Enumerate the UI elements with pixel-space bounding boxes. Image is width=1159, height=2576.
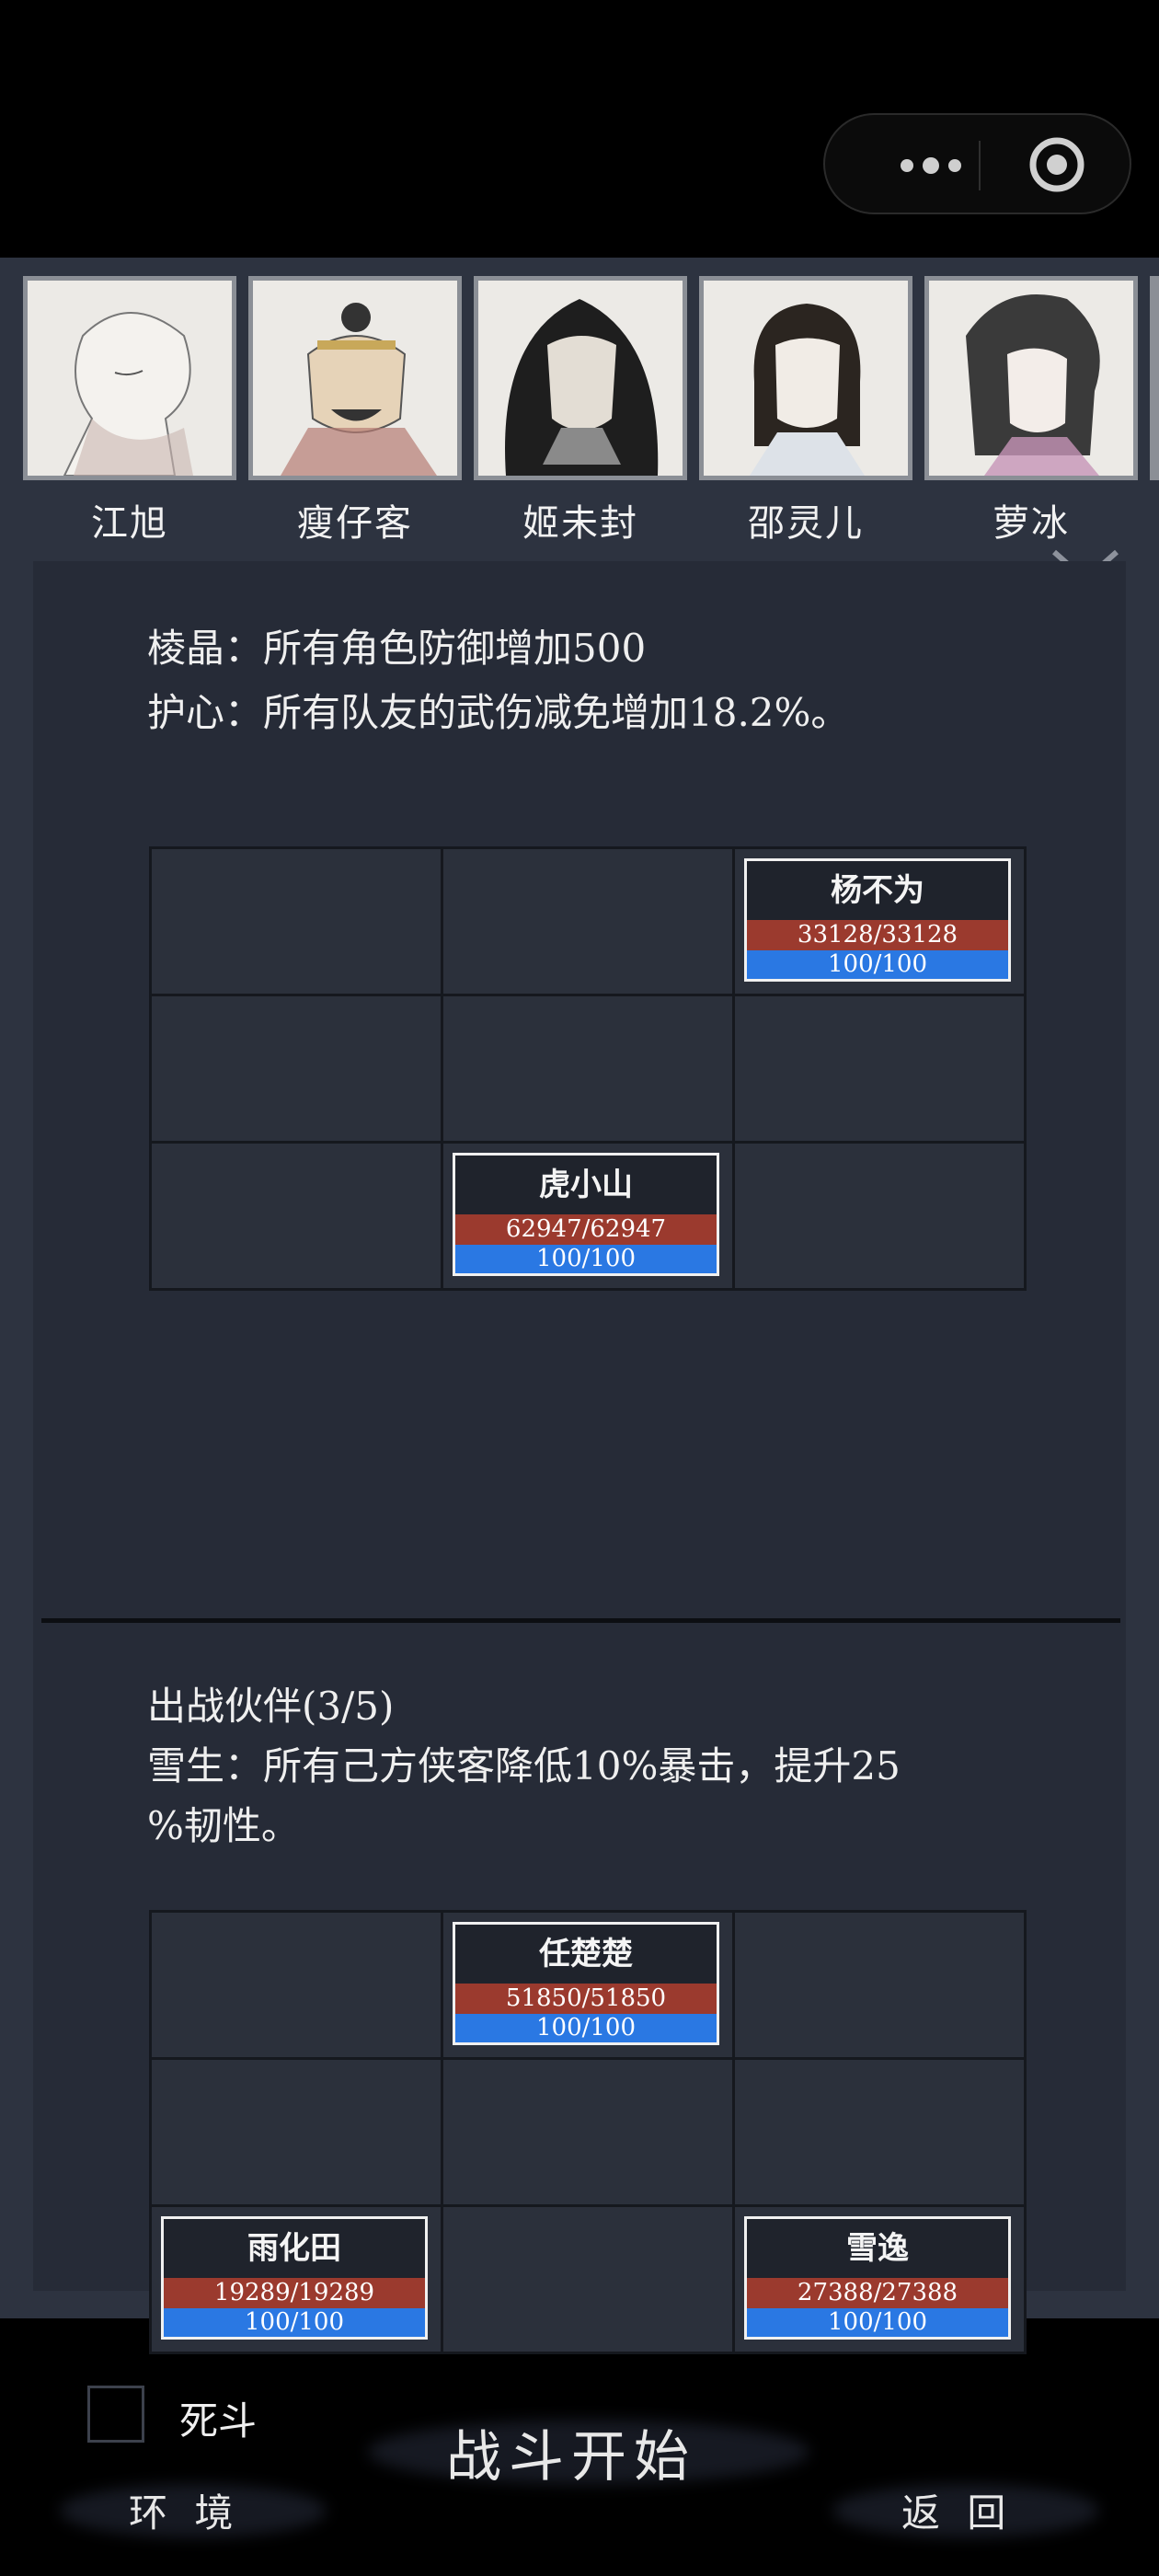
capsule-divider (979, 141, 981, 190)
grid-cell[interactable]: 杨不为 33128/33128 100/100 (735, 849, 1024, 994)
miniprogram-capsule (823, 113, 1131, 214)
ally-buff: %韧性。 (147, 1803, 300, 1848)
back-button[interactable]: 返 回 (901, 2482, 1013, 2538)
ally-header: 出战伙伴(3/5) (147, 1684, 395, 1729)
grid-cell[interactable] (735, 996, 1024, 1141)
hero-card-partial[interactable] (1150, 276, 1159, 480)
unit-mp-bar: 100/100 (455, 1245, 717, 1273)
hero-name: 江旭 (91, 502, 168, 545)
hero-portrait (924, 276, 1138, 480)
hero-portrait (248, 276, 462, 480)
grid-cell[interactable]: 虎小山 62947/62947 100/100 (443, 1144, 732, 1288)
hero-name: 姬未封 (522, 502, 638, 545)
enemy-unit[interactable]: 杨不为 33128/33128 100/100 (744, 858, 1011, 982)
hero-portrait (23, 276, 236, 480)
unit-hp-bar: 19289/19289 (164, 2278, 425, 2308)
unit-name: 任楚楚 (539, 1936, 633, 1972)
hero-name: 萝冰 (993, 502, 1070, 545)
more-dots-icon[interactable] (871, 143, 991, 189)
unit-name: 雨化田 (247, 2230, 341, 2267)
unit-hp-bar: 51850/51850 (455, 1984, 717, 2014)
grid-cell[interactable] (152, 1913, 441, 2057)
grid-cell[interactable] (152, 849, 441, 994)
unit-name: 虎小山 (539, 1167, 633, 1203)
unit-mp-bar: 100/100 (455, 2014, 717, 2042)
ally-unit[interactable]: 雨化田 19289/19289 100/100 (161, 2216, 428, 2340)
hero-portrait (699, 276, 912, 480)
grid-cell[interactable] (735, 1913, 1024, 2057)
unit-mp-bar: 100/100 (747, 950, 1008, 979)
hero-card[interactable]: 姬未封 (474, 276, 687, 546)
ally-unit[interactable]: 雪逸 27388/27388 100/100 (744, 2216, 1011, 2340)
grid-cell[interactable] (152, 1144, 441, 1288)
unit-hp-bar: 33128/33128 (747, 920, 1008, 950)
unit-hp-bar: 27388/27388 (747, 2278, 1008, 2308)
hero-portrait (474, 276, 687, 480)
unit-hp-bar: 62947/62947 (455, 1214, 717, 1245)
ally-buff: 雪生：所有己方侠客降低10%暴击，提升25 (147, 1743, 901, 1788)
grid-cell[interactable] (443, 996, 732, 1141)
grid-cell[interactable]: 雪逸 27388/27388 100/100 (735, 2207, 1024, 2352)
battle-setup-screen: 江旭 瘦仔客 姬未封 邵灵儿 萝冰 棱晶：所有角色防御增加500 护心：所有队友… (0, 258, 1159, 2537)
enemy-formation-grid: 杨不为 33128/33128 100/100 虎小山 62947/62947 … (149, 846, 1027, 1291)
ally-unit[interactable]: 任楚楚 51850/51850 100/100 (453, 1922, 719, 2045)
enemy-buff: 棱晶：所有角色防御增加500 (147, 626, 647, 671)
unit-name: 雪逸 (846, 2230, 909, 2267)
death-match-label: 死斗 (179, 2398, 258, 2444)
start-battle-button[interactable]: 战斗开始 (446, 2412, 696, 2492)
grid-cell[interactable] (152, 2060, 441, 2204)
death-match-checkbox[interactable] (87, 2386, 144, 2443)
grid-cell[interactable] (443, 849, 732, 994)
grid-cell[interactable]: 任楚楚 51850/51850 100/100 (443, 1913, 732, 2057)
hero-name: 邵灵儿 (748, 502, 864, 545)
hero-name: 瘦仔客 (297, 502, 413, 545)
hero-card[interactable]: 江旭 (23, 276, 236, 546)
target-icon[interactable] (1027, 135, 1086, 194)
section-divider (41, 1618, 1120, 1623)
grid-cell[interactable] (735, 1144, 1024, 1288)
grid-cell[interactable] (443, 2207, 732, 2352)
enemy-unit[interactable]: 虎小山 62947/62947 100/100 (453, 1153, 719, 1276)
unit-name: 杨不为 (831, 872, 924, 909)
hero-card[interactable]: 萝冰 (924, 276, 1138, 546)
unit-mp-bar: 100/100 (164, 2308, 425, 2337)
environment-button[interactable]: 环 境 (129, 2482, 240, 2538)
hero-card[interactable]: 瘦仔客 (248, 276, 462, 546)
unit-mp-bar: 100/100 (747, 2308, 1008, 2337)
grid-cell[interactable] (443, 2060, 732, 2204)
enemy-buff: 护心：所有队友的武伤减免增加18.2%。 (147, 690, 850, 735)
hero-roster: 江旭 瘦仔客 姬未封 邵灵儿 萝冰 (0, 258, 1159, 552)
grid-cell[interactable] (152, 996, 441, 1141)
ally-formation-grid: 任楚楚 51850/51850 100/100 雨化田 19289/19289 … (149, 1910, 1027, 2354)
hero-card[interactable]: 邵灵儿 (699, 276, 912, 546)
grid-cell[interactable]: 雨化田 19289/19289 100/100 (152, 2207, 441, 2352)
grid-cell[interactable] (735, 2060, 1024, 2204)
